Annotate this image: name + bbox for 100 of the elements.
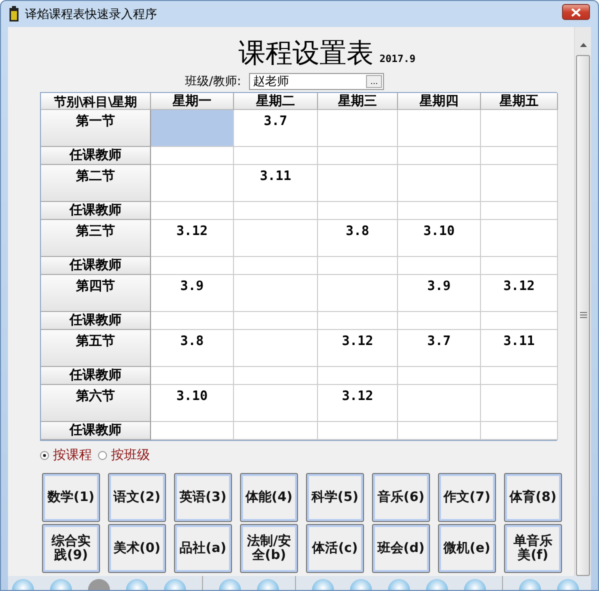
subject-button[interactable]: 美术(0) xyxy=(108,524,166,573)
table-cell[interactable]: 3.8 xyxy=(151,330,234,367)
table-cell[interactable] xyxy=(151,367,234,385)
subject-button[interactable]: 英语(3) xyxy=(174,473,232,522)
table-cell[interactable] xyxy=(318,312,398,330)
row-header[interactable]: 任课教师 xyxy=(41,147,151,165)
table-cell[interactable] xyxy=(398,422,481,440)
browse-button[interactable]: ... xyxy=(366,74,382,88)
table-cell[interactable] xyxy=(481,110,558,147)
radio-button[interactable] xyxy=(40,450,49,460)
row-header[interactable]: 第六节 xyxy=(41,385,151,422)
table-cell[interactable] xyxy=(398,202,481,220)
row-header[interactable]: 任课教师 xyxy=(41,257,151,275)
subject-button[interactable]: 体活(c) xyxy=(306,524,364,573)
table-cell[interactable] xyxy=(481,202,558,220)
table-cell[interactable] xyxy=(398,147,481,165)
table-cell[interactable] xyxy=(318,422,398,440)
table-cell[interactable]: 3.7 xyxy=(398,330,481,367)
radio-button[interactable] xyxy=(98,450,107,460)
subject-button[interactable]: 班会(d) xyxy=(372,524,430,573)
table-cell[interactable] xyxy=(318,257,398,275)
scroll-thumb[interactable] xyxy=(576,54,590,576)
class-teacher-field[interactable]: 赵老师 ... xyxy=(249,72,384,90)
subject-button[interactable]: 数学(1) xyxy=(42,473,100,522)
table-cell[interactable] xyxy=(481,147,558,165)
table-cell[interactable] xyxy=(234,257,318,275)
subject-button[interactable]: 体能(4) xyxy=(240,473,298,522)
subject-button[interactable]: 语文(2) xyxy=(108,473,166,522)
subject-button[interactable]: 单音乐美(f) xyxy=(504,524,562,573)
scrollbar[interactable] xyxy=(574,27,591,576)
radio-label[interactable]: 按班级 xyxy=(111,446,150,464)
subject-button[interactable]: 微机(e) xyxy=(438,524,496,573)
up-arrow-icon[interactable] xyxy=(580,43,586,47)
table-cell[interactable] xyxy=(398,312,481,330)
table-cell[interactable] xyxy=(234,330,318,367)
row-header[interactable]: 第一节 xyxy=(41,110,151,147)
column-header[interactable]: 星期五 xyxy=(481,93,558,110)
table-cell[interactable]: 3.8 xyxy=(318,220,398,257)
table-cell[interactable] xyxy=(151,422,234,440)
table-cell[interactable]: 3.11 xyxy=(481,330,558,367)
subject-button[interactable]: 科学(5) xyxy=(306,473,364,522)
table-cell[interactable] xyxy=(318,110,398,147)
subject-button[interactable]: 作文(7) xyxy=(438,473,496,522)
column-header[interactable]: 星期二 xyxy=(234,93,318,110)
radio-label[interactable]: 按课程 xyxy=(53,446,92,464)
row-header[interactable]: 任课教师 xyxy=(41,422,151,440)
table-cell[interactable]: 3.10 xyxy=(398,220,481,257)
radio-option[interactable]: 按课程 xyxy=(40,446,92,464)
table-cell[interactable] xyxy=(151,257,234,275)
table-cell[interactable] xyxy=(151,147,234,165)
subject-button[interactable]: 品社(a) xyxy=(174,524,232,573)
row-header[interactable]: 第三节 xyxy=(41,220,151,257)
subject-button[interactable]: 音乐(6) xyxy=(372,473,430,522)
column-header[interactable]: 星期三 xyxy=(318,93,398,110)
row-header[interactable]: 第五节 xyxy=(41,330,151,367)
row-header[interactable]: 任课教师 xyxy=(41,312,151,330)
table-cell[interactable]: 3.12 xyxy=(318,385,398,422)
table-cell[interactable]: 3.9 xyxy=(398,275,481,312)
table-cell[interactable] xyxy=(234,312,318,330)
table-cell[interactable] xyxy=(398,110,481,147)
row-header[interactable]: 任课教师 xyxy=(41,202,151,220)
table-cell[interactable] xyxy=(234,220,318,257)
subject-button[interactable]: 综合实践(9) xyxy=(42,524,100,573)
table-cell[interactable] xyxy=(234,147,318,165)
table-cell[interactable] xyxy=(318,147,398,165)
table-cell[interactable] xyxy=(234,202,318,220)
table-cell[interactable] xyxy=(398,367,481,385)
close-button[interactable] xyxy=(562,4,590,20)
table-cell[interactable]: 3.12 xyxy=(151,220,234,257)
column-header[interactable]: 星期四 xyxy=(398,93,481,110)
row-header[interactable]: 第四节 xyxy=(41,275,151,312)
radio-option[interactable]: 按班级 xyxy=(98,446,150,464)
table-cell[interactable] xyxy=(481,422,558,440)
table-cell[interactable] xyxy=(481,367,558,385)
table-cell[interactable] xyxy=(481,165,558,202)
table-cell[interactable]: 3.11 xyxy=(234,165,318,202)
table-cell[interactable]: 3.12 xyxy=(318,330,398,367)
table-cell[interactable] xyxy=(481,385,558,422)
table-cell[interactable] xyxy=(151,312,234,330)
table-cell[interactable] xyxy=(481,220,558,257)
table-cell[interactable] xyxy=(318,165,398,202)
table-cell[interactable] xyxy=(234,367,318,385)
table-cell[interactable] xyxy=(398,257,481,275)
table-cell[interactable]: 3.12 xyxy=(481,275,558,312)
table-cell[interactable] xyxy=(318,367,398,385)
table-cell[interactable] xyxy=(318,275,398,312)
table-cell[interactable] xyxy=(398,165,481,202)
table-cell[interactable]: 3.10 xyxy=(151,385,234,422)
column-header[interactable]: 星期一 xyxy=(151,93,234,110)
table-cell[interactable] xyxy=(151,110,234,147)
table-cell[interactable] xyxy=(234,275,318,312)
table-cell[interactable]: 3.9 xyxy=(151,275,234,312)
table-cell[interactable] xyxy=(481,312,558,330)
column-header[interactable]: 节别\科目\星期 xyxy=(41,93,151,110)
row-header[interactable]: 任课教师 xyxy=(41,367,151,385)
table-cell[interactable] xyxy=(318,202,398,220)
table-cell[interactable] xyxy=(151,165,234,202)
table-cell[interactable] xyxy=(234,422,318,440)
table-cell[interactable] xyxy=(481,257,558,275)
table-cell[interactable]: 3.7 xyxy=(234,110,318,147)
